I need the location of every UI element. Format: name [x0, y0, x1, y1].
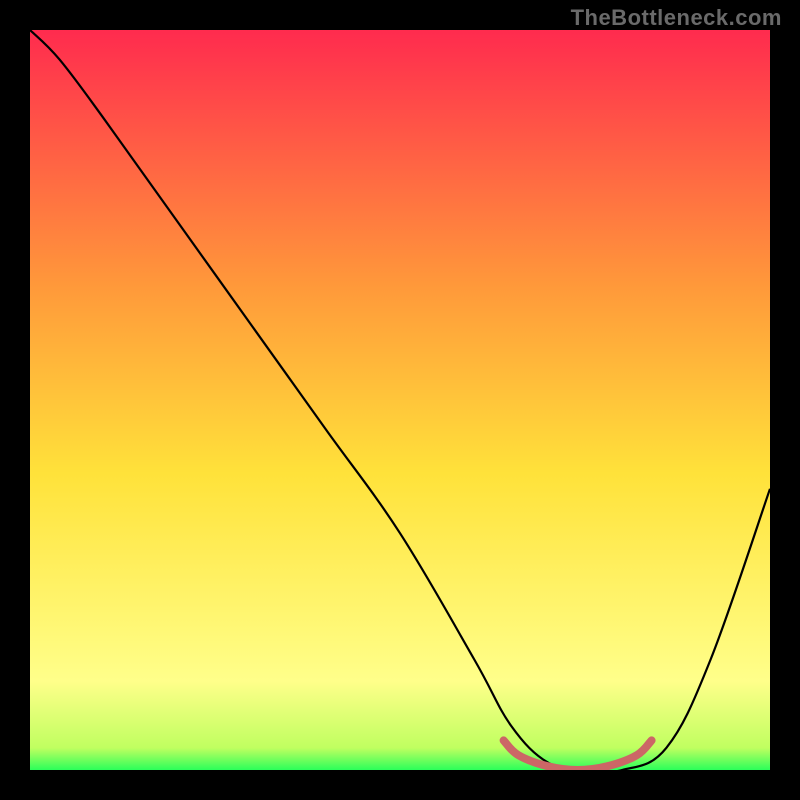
bottleneck-chart: [30, 30, 770, 770]
gradient-background: [30, 30, 770, 770]
chart-frame: TheBottleneck.com: [0, 0, 800, 800]
plot-area: [30, 30, 770, 770]
watermark-text: TheBottleneck.com: [571, 5, 782, 31]
